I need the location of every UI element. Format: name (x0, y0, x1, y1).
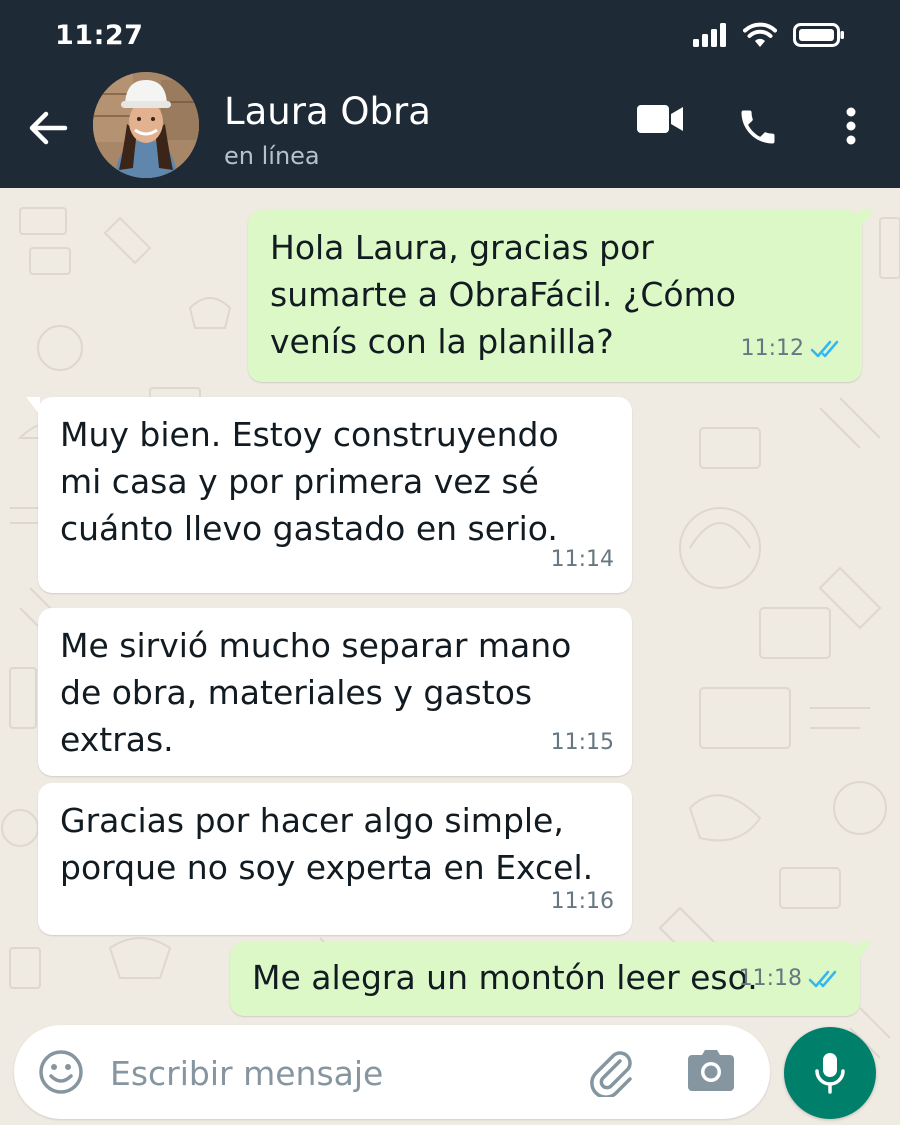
status-bar: 11:27 (0, 0, 900, 72)
message-meta: 11:16 (551, 878, 614, 925)
camera-icon (688, 1050, 734, 1091)
bubble-tail (26, 397, 40, 415)
status-icons (693, 22, 845, 48)
message-time: 11:16 (550, 889, 614, 914)
message-list: Hola Laura, gracias por sumarte a ObraFá… (0, 188, 900, 1125)
chat-header: 11:27 Laura Obra en línea (0, 0, 900, 188)
double-check-icon (808, 970, 837, 987)
avatar[interactable] (93, 72, 199, 178)
message-text: Gracias por hacer algo simple, porque no… (60, 801, 594, 887)
message-meta: 11:14 (551, 536, 614, 583)
emoji-button[interactable] (38, 1049, 84, 1099)
message-composer (14, 1025, 770, 1119)
attach-button[interactable] (586, 1047, 636, 1101)
video-camera-icon (637, 105, 683, 133)
message-input[interactable] (110, 1051, 550, 1095)
paperclip-icon (590, 1051, 632, 1099)
bubble-tail (860, 210, 874, 228)
message-bubble-incoming[interactable]: Me sirvió mucho separar mano de obra, ma… (38, 608, 632, 776)
more-vertical-icon (846, 107, 856, 145)
message-text: Muy bien. Estoy construyendo mi casa y p… (60, 415, 559, 548)
voice-message-button[interactable] (784, 1027, 876, 1119)
voice-call-button[interactable] (736, 104, 780, 150)
camera-button[interactable] (686, 1049, 736, 1097)
battery-icon (793, 23, 844, 47)
message-time: 11:15 (550, 730, 614, 755)
message-bubble-incoming[interactable]: Muy bien. Estoy construyendo mi casa y p… (26, 397, 632, 593)
message-meta: 11:15 (551, 719, 614, 766)
message-bubble-outgoing[interactable]: Hola Laura, gracias por sumarte a ObraFá… (248, 210, 874, 382)
chat-bar: Laura Obra en línea (0, 72, 900, 188)
double-check-icon (810, 340, 839, 357)
emoji-icon (39, 1050, 83, 1094)
phone-icon (741, 110, 775, 144)
message-bubble-outgoing[interactable]: Me alegra un montón leer eso. 11:18 (230, 942, 872, 1016)
menu-button[interactable] (838, 106, 864, 146)
message-text: Me sirvió mucho separar mano de obra, ma… (60, 626, 572, 759)
back-button[interactable] (26, 106, 70, 150)
contact-status: en línea (224, 142, 320, 170)
message-meta: 11:18 (739, 955, 842, 1002)
wifi-icon (743, 22, 777, 47)
contact-name[interactable]: Laura Obra (224, 90, 431, 133)
contact-photo (93, 72, 199, 178)
status-time: 11:27 (55, 20, 144, 51)
message-bubble-incoming[interactable]: Gracias por hacer algo simple, porque no… (38, 783, 632, 935)
message-time: 11:12 (740, 336, 804, 361)
arrow-left-icon (29, 111, 68, 145)
video-call-button[interactable] (636, 102, 684, 136)
message-time: 11:14 (550, 547, 614, 572)
message-meta: 11:12 (741, 325, 844, 372)
microphone-icon (815, 1053, 845, 1094)
signal-icon (693, 23, 726, 47)
message-time: 11:18 (738, 966, 802, 991)
bubble-tail (858, 942, 872, 960)
